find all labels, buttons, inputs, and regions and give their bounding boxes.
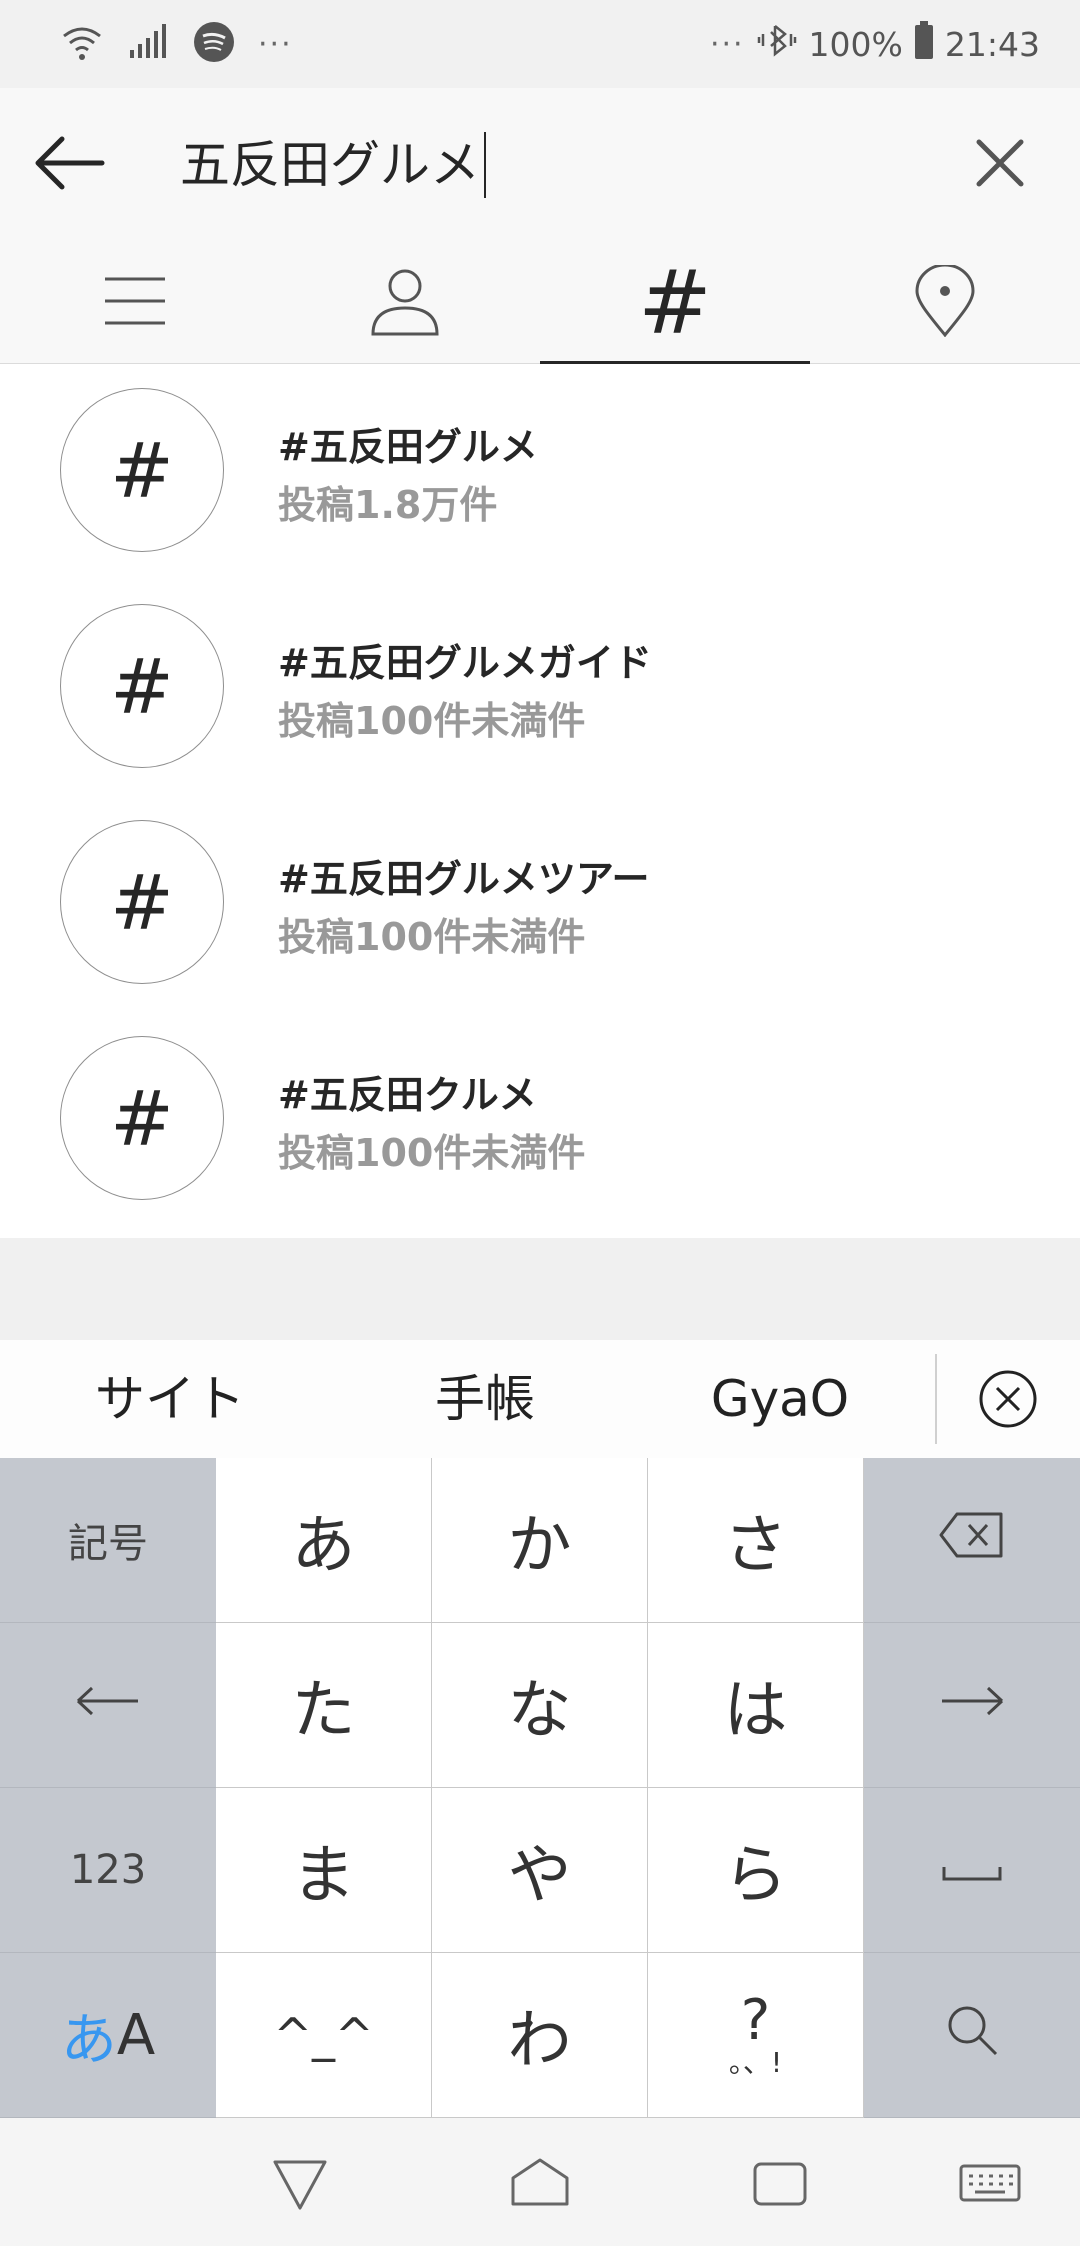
spotify-icon [192,20,236,68]
tab-top[interactable] [0,243,270,363]
mode-latin-label: A [116,2002,156,2068]
space-icon [942,1847,1002,1893]
status-left: ··· [60,18,293,70]
key-ra[interactable]: ら [648,1788,864,1953]
text-caret [484,132,486,198]
hashtag-avatar: # [60,820,224,984]
suggestion-item[interactable]: 手帳 [355,1340,615,1458]
nav-home-button[interactable] [505,2148,575,2218]
result-post-count: 投稿100件未満件 [278,1131,586,1175]
key-search[interactable] [864,1953,1080,2118]
result-title: #五反田クルメ [278,1073,537,1117]
search-query: 五反田グルメ [180,136,480,194]
nav-recents-button[interactable] [745,2148,815,2218]
key-sa[interactable]: さ [648,1458,864,1623]
hashtag-icon: # [638,251,712,354]
close-icon [965,139,1035,202]
hashtag-results: # #五反田グルメ 投稿1.8万件 # #五反田グルメガイド 投稿100件未満件… [0,364,1080,1238]
search-icon [944,2002,1000,2068]
result-title: #五反田グルメ [278,425,538,469]
keyboard-suggestion-bar: サイト 手帳 GyaO [0,1340,1080,1459]
key-a[interactable]: あ [216,1458,432,1623]
result-title: #五反田グルメツアー [278,857,650,901]
vibrate-icon [755,18,799,70]
clock: 21:43 [944,24,1040,64]
result-row[interactable]: # #五反田グルメ 投稿1.8万件 [0,364,1080,580]
key-numbers[interactable]: 123 [0,1788,216,1953]
key-wa[interactable]: わ [432,1953,648,2118]
result-row[interactable]: # #五反田グルメツアー 投稿100件未満件 [0,796,1080,1012]
clear-search-button[interactable] [965,128,1035,198]
recents-icon [745,2162,815,2222]
tab-tags[interactable]: # [540,243,810,364]
signal-icon [126,20,170,68]
tab-places[interactable] [810,243,1080,363]
empty-area [0,1238,1080,1340]
search-input[interactable]: 五反田グルメ [180,130,486,200]
triangle-down-icon [265,2160,335,2222]
battery-icon [913,20,935,68]
result-post-count: 投稿1.8万件 [278,483,498,527]
search-header: 五反田グルメ [0,88,1080,243]
hashtag-avatar: # [60,388,224,552]
result-row[interactable]: # #五反田クルメ 投稿100件未満件 [0,1012,1080,1228]
suggestion-item[interactable]: GyaO [650,1340,910,1458]
status-more-right: ··· [709,26,745,62]
back-button[interactable] [30,123,110,203]
home-icon [505,2158,575,2222]
hashtag-avatar: # [60,604,224,768]
menu-lines-icon [103,269,167,337]
key-ha[interactable]: は [648,1623,864,1788]
key-space[interactable] [864,1788,1080,1953]
punct-main-label: ? [740,1988,771,2053]
keyboard-icon [955,2164,1025,2222]
key-ya[interactable]: や [432,1788,648,1953]
key-symbols[interactable]: 記号 [0,1458,216,1623]
result-post-count: 投稿100件未満件 [278,915,586,959]
location-pin-icon [913,263,977,341]
tab-accounts[interactable] [270,243,540,363]
hashtag-avatar: # [60,1036,224,1200]
nav-back-button[interactable] [265,2148,335,2218]
key-emoticon[interactable]: ^_^ [216,1953,432,2118]
navigation-bar [0,2118,1080,2246]
arrow-left-icon [76,1682,140,1728]
arrow-right-icon [940,1682,1004,1728]
wifi-icon [60,20,104,68]
person-icon [370,266,440,340]
status-more-left: ··· [258,26,293,62]
close-suggestions-button[interactable] [976,1367,1040,1431]
key-punctuation[interactable]: ? 。、! [648,1953,864,2118]
key-input-mode[interactable]: あA [0,1953,216,2118]
search-tabs: # [0,243,1080,364]
flick-keyboard: 記号 あ か さ た な は 123 ま や ら あA ^_^ わ ? 。、! [0,1458,1080,2118]
suggestion-divider [935,1354,937,1444]
suggestion-item[interactable]: サイト [40,1340,300,1458]
key-ta[interactable]: た [216,1623,432,1788]
battery-percent: 100% [808,24,903,64]
key-ma[interactable]: ま [216,1788,432,1953]
key-ka[interactable]: か [432,1458,648,1623]
result-post-count: 投稿100件未満件 [278,699,586,743]
close-circle-icon [976,1370,1040,1435]
key-cursor-left[interactable] [0,1623,216,1788]
backspace-icon [937,1510,1007,1570]
status-bar: ··· ··· 100% 21:43 [0,0,1080,88]
status-right: ··· 100% 21:43 [710,18,1040,70]
key-cursor-right[interactable] [864,1623,1080,1788]
arrow-left-icon [30,136,110,207]
punct-small-label: 。、! [728,2046,783,2079]
mode-hiragana-label: あ [60,2007,117,2073]
result-title: #五反田グルメガイド [278,641,652,685]
nav-keyboard-button[interactable] [955,2148,1025,2218]
result-row[interactable]: # #五反田グルメガイド 投稿100件未満件 [0,580,1080,796]
key-na[interactable]: な [432,1623,648,1788]
key-backspace[interactable] [864,1458,1080,1623]
